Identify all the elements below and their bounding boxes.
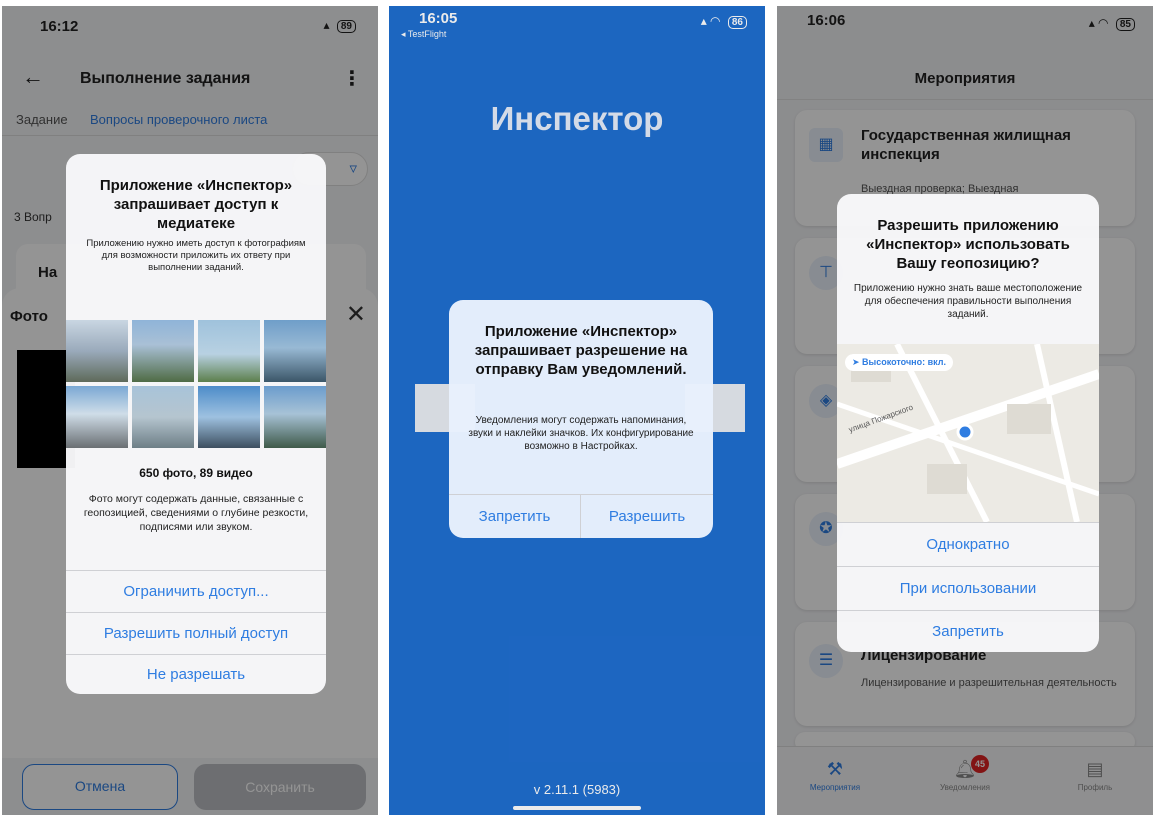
limit-access-button[interactable]: Ограничить доступ... <box>66 570 326 612</box>
photo-5 <box>66 386 128 448</box>
media-access-alert: Приложение «Инспектор» запрашивает досту… <box>66 154 326 694</box>
media-note: Фото могут содержать данные, связанные с… <box>83 493 309 533</box>
media-count: 650 фото, 89 видео <box>139 466 253 480</box>
screen-location-permission: 16:06 ▴ ◠ 85 Мероприятия ▦ Государственн… <box>777 6 1153 815</box>
photo-2 <box>132 320 194 382</box>
photo-1 <box>66 320 128 382</box>
allow-while-using-button[interactable]: При использовании <box>837 566 1099 610</box>
deny-location-button[interactable]: Запретить <box>837 610 1099 652</box>
photo-7 <box>198 386 260 448</box>
alert-title: Приложение «Инспектор» запрашивает досту… <box>99 177 293 232</box>
alert-message: Приложению нужно иметь доступ к фотограф… <box>86 238 306 273</box>
alert-title: Приложение «Инспектор» запрашивает разре… <box>474 323 688 378</box>
photo-4 <box>264 320 326 382</box>
allow-notifications-button[interactable]: Разрешить <box>581 494 713 538</box>
alert-title: Разрешить приложению «Инспектор» использ… <box>866 217 1070 272</box>
alert-message: Уведомления могут содержать напоминания,… <box>468 415 694 452</box>
notifications-alert: Приложение «Инспектор» запрашивает разре… <box>449 300 713 538</box>
photo-3 <box>198 320 260 382</box>
deny-access-button[interactable]: Не разрешать <box>66 654 326 694</box>
location-alert: Разрешить приложению «Инспектор» использ… <box>837 194 1099 652</box>
photo-6 <box>132 386 194 448</box>
precise-label: Высокоточно: вкл. <box>862 357 946 367</box>
precise-location-toggle[interactable]: ➤ Высокоточно: вкл. <box>845 354 953 371</box>
location-map: ➤ Высокоточно: вкл. улица Пожарского <box>837 344 1099 522</box>
full-access-button[interactable]: Разрешить полный доступ <box>66 612 326 654</box>
screen-media-access: 16:12 ▴ 89 ← Выполнение задания ⋮ Задани… <box>2 6 378 815</box>
allow-once-button[interactable]: Однократно <box>837 522 1099 566</box>
photo-grid <box>66 320 326 448</box>
photo-8 <box>264 386 326 448</box>
deny-notifications-button[interactable]: Запретить <box>449 494 581 538</box>
screen-notifications-permission: 16:05 ◂ TestFlight ▴ ◠ 86 Инспектор v 2.… <box>389 6 765 815</box>
alert-message: Приложению нужно знать ваше местоположен… <box>853 283 1083 320</box>
